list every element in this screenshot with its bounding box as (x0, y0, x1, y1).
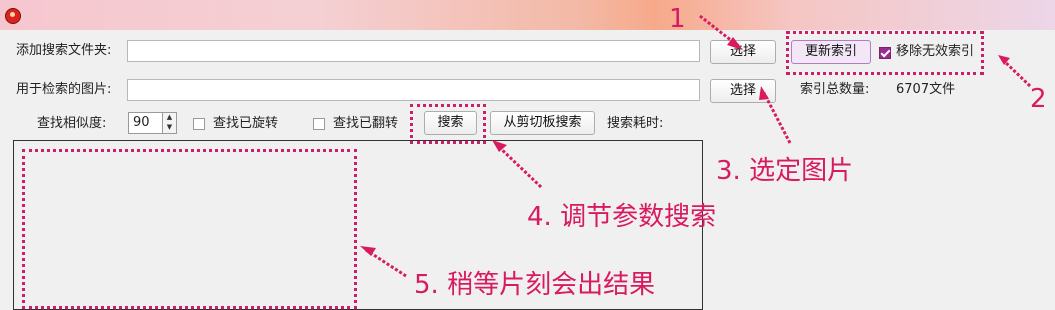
annotation-step-3: 3. 选定图片 (716, 156, 854, 186)
annotation-number-2: 2 (1030, 84, 1047, 114)
annotation-arrows (360, 14, 1032, 278)
annotation-number-1: 1 (669, 4, 686, 34)
annotation-step-5: 5. 稍等片刻会出结果 (414, 270, 656, 300)
annotation-step-4: 4. 调节参数搜索 (527, 202, 717, 232)
